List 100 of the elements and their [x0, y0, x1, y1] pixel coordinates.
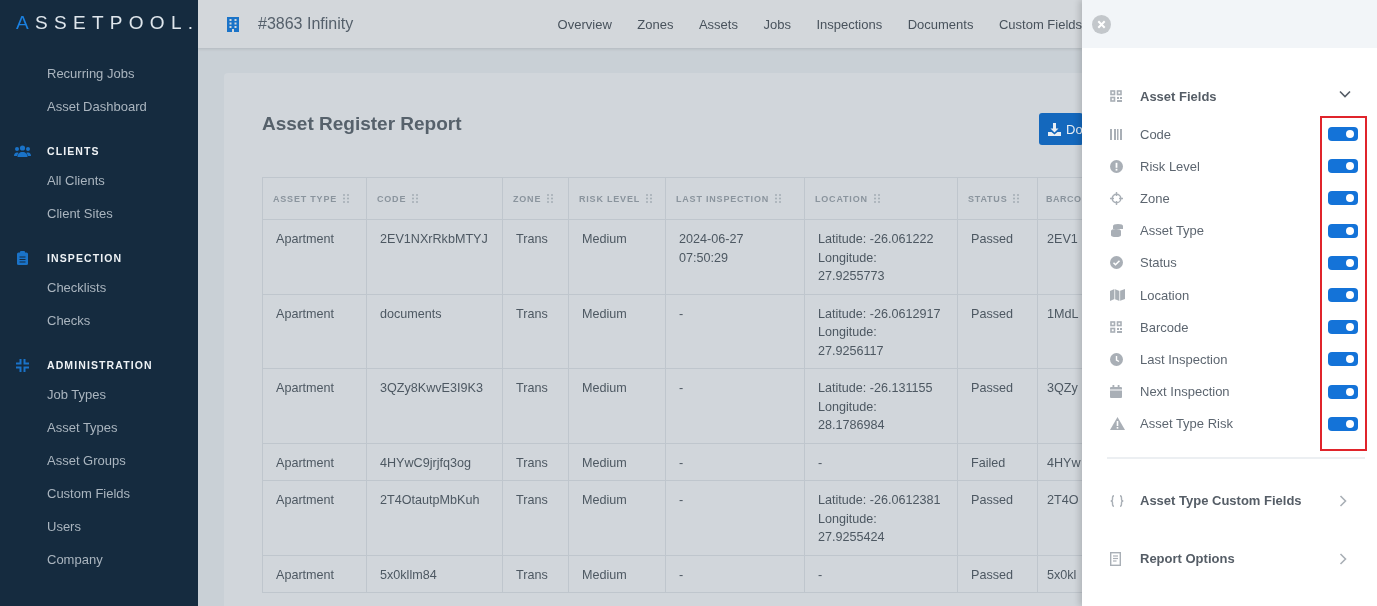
table-cell-text: Apartment: [276, 492, 335, 509]
table-cell-text: Trans: [516, 231, 548, 248]
sidebar-link[interactable]: Job Types: [47, 386, 107, 403]
field-label: Asset Type Risk: [1140, 416, 1233, 432]
nav-link[interactable]: Jobs: [763, 16, 791, 32]
table-cell-text: -: [679, 492, 684, 509]
curly-braces-icon: [1110, 494, 1124, 507]
clock-icon: [1110, 352, 1123, 366]
drag-handle-icon[interactable]: [412, 194, 419, 204]
section-heading: CLIENTS: [47, 145, 100, 157]
table-cell-text: Failed: [971, 454, 1006, 472]
table-cell-text: Latitude: -26.131155 Longitude: 28.1786984: [818, 380, 933, 434]
table-cell-text: Trans: [516, 566, 548, 584]
table-cell-text: Apartment: [276, 454, 335, 472]
drag-handle-icon[interactable]: [646, 194, 652, 204]
report-title: Asset Register Report: [262, 112, 463, 136]
exclamation-icon: [1110, 159, 1123, 173]
section-heading: INSPECTION: [47, 252, 123, 264]
sidebar-link[interactable]: Users: [47, 518, 81, 535]
nav-link[interactable]: Documents: [907, 16, 974, 32]
qr-code-icon: [1110, 90, 1122, 102]
sidebar-link[interactable]: Checks: [47, 312, 91, 329]
sidebar-link[interactable]: Asset Groups: [47, 452, 126, 469]
table-cell-text: -: [679, 454, 684, 472]
crosshair-icon: [1110, 191, 1123, 205]
drag-handle-icon[interactable]: [343, 194, 349, 204]
drag-handle-icon[interactable]: [873, 194, 880, 204]
field-label: Next Inspection: [1140, 384, 1230, 400]
download-icon: [1048, 122, 1061, 136]
table-cell-text: 2T4O: [1047, 492, 1079, 509]
table-cell-text: 5x0kllm84: [380, 566, 437, 584]
field-label: Location: [1140, 287, 1190, 303]
sidebar-link[interactable]: Client Sites: [47, 205, 113, 222]
toggle-switch[interactable]: [1328, 416, 1358, 431]
toggle-switch[interactable]: [1328, 159, 1358, 174]
table-cell-text: Medium: [582, 454, 627, 472]
table-cell-text: Apartment: [276, 566, 335, 584]
table-cell-text: Trans: [516, 380, 548, 397]
download-button[interactable]: Do: [1039, 113, 1082, 145]
table-cell-text: Medium: [582, 566, 627, 584]
section-title[interactable]: Report Options: [1140, 551, 1235, 567]
table-cell-text: 2EV1: [1047, 231, 1078, 248]
toggle-switch[interactable]: [1328, 127, 1358, 142]
drag-handle-icon[interactable]: [775, 194, 781, 204]
table-cell-text: Medium: [582, 231, 627, 248]
sidebar-link[interactable]: All Clients: [47, 172, 105, 189]
warning-icon: [1110, 417, 1125, 431]
table-cell-text: Trans: [516, 454, 548, 472]
table-cell-text: 1MdL: [1047, 305, 1079, 323]
table-cell-text: documents: [380, 305, 442, 323]
toggle-switch[interactable]: [1328, 288, 1358, 303]
table-cell-text: Passed: [971, 380, 1013, 397]
field-label: Status: [1140, 255, 1177, 271]
sidebar-link[interactable]: Asset Dashboard: [47, 98, 147, 115]
table-cell-text: -: [679, 305, 684, 323]
document-icon: [1110, 551, 1121, 566]
table-cell-text: Trans: [516, 492, 548, 509]
map-icon: [1110, 289, 1125, 302]
sidebar-link[interactable]: Company: [47, 551, 103, 568]
toggle-switch[interactable]: [1328, 320, 1358, 335]
sidebar-link[interactable]: Recurring Jobs: [47, 65, 135, 82]
sidebar-link[interactable]: Custom Fields: [47, 485, 131, 502]
toggle-switch[interactable]: [1328, 384, 1358, 399]
users-icon: [13, 145, 31, 157]
nav-link[interactable]: Inspections: [816, 16, 883, 32]
field-label: Last Inspection: [1140, 351, 1228, 367]
table-cell-text: 2T4OtautpMbKuh: [380, 492, 480, 509]
table-cell-text: Passed: [971, 305, 1013, 323]
nav-link[interactable]: Assets: [698, 16, 738, 32]
assetpool-logo[interactable]: ASSETPOOL.: [16, 11, 198, 35]
toggle-switch[interactable]: [1328, 191, 1358, 206]
calendar-icon: [1110, 385, 1122, 399]
nav-link[interactable]: Custom Fields: [998, 16, 1082, 32]
barcode-icon: [1110, 128, 1123, 140]
table-cell-text: Passed: [971, 566, 1013, 584]
field-label: Zone: [1140, 190, 1170, 206]
drag-handle-icon[interactable]: [1013, 194, 1020, 204]
table-cell-text: Medium: [582, 380, 627, 397]
table-cell-text: 3QZy8KwvE3I9K3: [380, 380, 483, 397]
toggle-switch[interactable]: [1328, 223, 1358, 238]
table-cell-text: Passed: [971, 492, 1013, 509]
field-label: Risk Level: [1140, 158, 1200, 174]
section-title[interactable]: Asset Fields: [1140, 88, 1217, 104]
toggle-switch[interactable]: [1328, 352, 1358, 367]
table-cell-text: Latitude: -26.0612381 Longitude: 27.9255424: [818, 492, 941, 546]
drag-handle-icon[interactable]: [547, 194, 554, 204]
nav-link[interactable]: Overview: [557, 16, 612, 32]
building-icon: [227, 16, 239, 32]
site-title: #3863 Infinity: [258, 15, 354, 33]
sidebar-link[interactable]: Asset Types: [47, 419, 118, 436]
toggle-switch[interactable]: [1328, 255, 1358, 270]
clipboard-icon: [16, 251, 28, 265]
table-cell-text: 4HYw: [1047, 454, 1081, 472]
nav-link[interactable]: Zones: [637, 16, 674, 32]
check-circle-icon: [1110, 256, 1123, 270]
table-cell-text: Trans: [516, 305, 548, 323]
section-title[interactable]: Asset Type Custom Fields: [1140, 493, 1302, 509]
table-cell-text: -: [818, 454, 823, 472]
sidebar-link[interactable]: Checklists: [47, 279, 107, 296]
field-label: Barcode: [1140, 319, 1189, 335]
